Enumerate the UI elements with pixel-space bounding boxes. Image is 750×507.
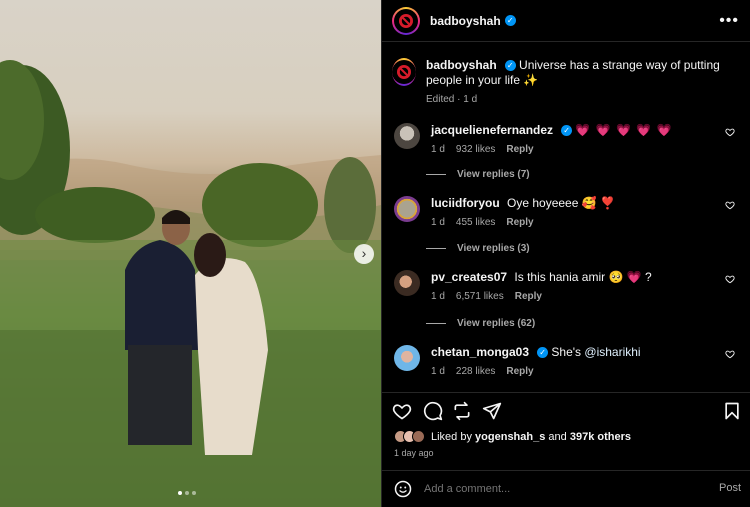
carousel-dot [192,491,196,495]
avatar [412,430,425,443]
comments-panel: badboyshah ✓ ••• badboyshah ✓ Universe ha… [381,0,750,507]
verified-badge-icon: ✓ [504,60,516,72]
save-icon[interactable] [722,401,742,421]
more-icon[interactable]: ••• [719,12,739,30]
list-item: chetan_monga03 ✓ She's @isharikhi 1 d 228… [394,345,739,377]
caption: badboyshah ✓ Universe has a strange way o… [392,58,737,107]
caption-meta: Edited · 1 d [426,94,478,105]
comment-username[interactable]: jacquelienefernandez [431,123,553,137]
carousel-dot [178,491,182,495]
comment-time: 1 d [431,366,445,377]
likes-and: and [548,430,567,443]
avatar[interactable] [394,123,420,149]
post-modal: › badboyshah ✓ ••• badboyshah ✓ Universe… [0,0,750,507]
repost-icon[interactable] [452,401,472,421]
avatar[interactable] [394,270,420,296]
view-replies-button[interactable]: View replies (3) [426,243,530,254]
likes-summary: Liked by yogenshah_s and 397k others [394,430,631,443]
likes-prefix: Liked by [431,430,472,443]
action-bar [382,392,750,428]
reply-button[interactable]: Reply [506,144,533,155]
list-item: pv_creates07 Is this hania amir 🥺 💗 ? 1 … [394,270,739,302]
reply-button[interactable]: Reply [506,217,533,228]
photo-scene [0,60,381,507]
heart-icon[interactable] [725,127,735,137]
list-item: jacquelienefernandez ✓ 💗 💗 💗 💗 💗 1 d 932 … [394,123,739,155]
header-username[interactable]: badboyshah [430,14,501,28]
post-button[interactable]: Post [719,482,741,494]
reply-button[interactable]: Reply [506,366,533,377]
comment-likes[interactable]: 228 likes [456,366,495,377]
view-replies-button[interactable]: View replies (7) [426,169,530,180]
likes-others[interactable]: 397k others [570,431,631,443]
share-icon[interactable] [482,401,502,421]
avatar[interactable] [392,58,416,86]
comment-icon[interactable] [423,401,443,421]
avatar[interactable] [394,345,420,371]
next-arrow-icon[interactable]: › [354,244,374,264]
heart-icon[interactable] [725,274,735,284]
list-item: luciidforyou Oye hoyeeee 🥰 ❣️ 1 d 455 li… [394,196,739,228]
comment-likes[interactable]: 932 likes [456,144,495,155]
carousel-dots [178,491,196,495]
verified-badge-icon: ✓ [537,347,549,359]
post-header: badboyshah ✓ ••• [382,0,750,42]
caption-emoji: ✨ [523,73,539,87]
carousel-dot [185,491,189,495]
mention-link[interactable]: @isharikhi [584,345,640,359]
comment-likes[interactable]: 6,571 likes [456,291,504,302]
comment-text: Oye hoyeeee [507,196,579,210]
avatar-logo-icon [397,65,411,79]
comment-emoji: 🥺 💗 ? [608,270,652,284]
comment-likes[interactable]: 455 likes [456,217,495,228]
comment-time: 1 d [431,291,445,302]
caption-username[interactable]: badboyshah [426,58,497,72]
post-timestamp: 1 day ago [394,448,434,458]
comment-time: 1 d [431,144,445,155]
reply-button[interactable]: Reply [515,291,542,302]
add-comment-bar: Post [382,470,750,507]
comment-username[interactable]: pv_creates07 [431,270,507,284]
comment-time: 1 d [431,217,445,228]
post-photo[interactable]: › [0,0,381,507]
comment-text: Is this hania amir [514,270,606,284]
comment-input[interactable] [424,483,694,495]
heart-icon[interactable] [725,349,735,359]
avatar[interactable] [392,6,420,35]
avatar-logo-icon [399,13,413,28]
heart-icon[interactable] [725,200,735,210]
comment-emoji: 🥰 ❣️ [581,196,615,210]
heart-icon[interactable] [392,401,412,421]
comment-username[interactable]: chetan_monga03 [431,345,529,359]
likes-user[interactable]: yogenshah_s [475,431,545,443]
comment-text: She's [551,345,582,359]
emoji-icon[interactable] [394,480,412,498]
verified-badge-icon: ✓ [504,15,516,26]
comment-emoji: 💗 💗 💗 💗 💗 [575,123,673,137]
view-replies-button[interactable]: View replies (62) [426,318,535,329]
comment-username[interactable]: luciidforyou [431,196,500,210]
avatar[interactable] [394,196,420,222]
verified-badge-icon: ✓ [561,125,573,137]
